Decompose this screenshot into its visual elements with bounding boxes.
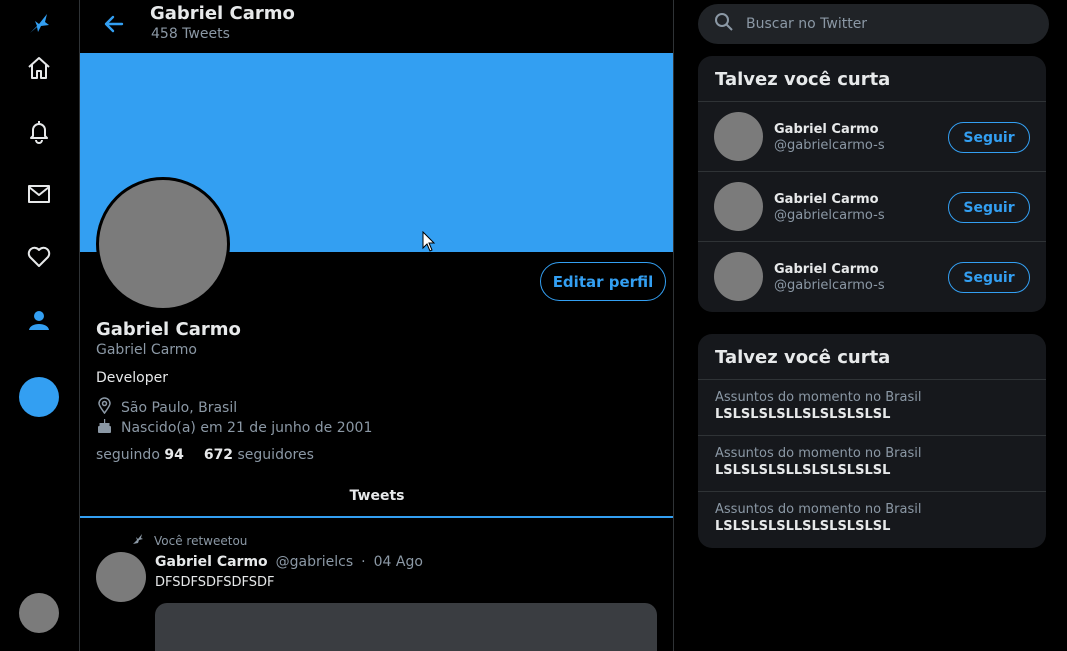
- trend-item[interactable]: Assuntos do momento no Brasil LSLSLSLSLL…: [698, 436, 1046, 492]
- tab-tweets[interactable]: Tweets: [80, 476, 673, 518]
- profile-handle: Gabriel Carmo: [96, 342, 197, 358]
- profile-name: Gabriel Carmo: [96, 319, 241, 340]
- following-count: 94: [164, 447, 184, 463]
- logo-bird-icon[interactable]: [19, 4, 59, 44]
- profile-location: São Paulo, Brasil: [96, 397, 237, 418]
- back-arrow-icon[interactable]: [98, 8, 130, 40]
- trends-panel: Talvez você curta Assuntos do momento no…: [698, 334, 1046, 548]
- suggestion-avatar[interactable]: [714, 112, 763, 161]
- tweet-compose-button[interactable]: [19, 377, 59, 417]
- retweet-label: Você retweetou: [154, 533, 248, 548]
- header-tweet-count: 458 Tweets: [151, 26, 230, 42]
- tweet-separator: ·: [361, 554, 366, 570]
- mail-icon[interactable]: [19, 174, 59, 214]
- follow-button[interactable]: Seguir: [948, 122, 1030, 153]
- profile-header: Gabriel Carmo 458 Tweets: [80, 0, 673, 53]
- trend-item[interactable]: Assuntos do momento no Brasil LSLSLSLSLL…: [698, 380, 1046, 436]
- following-label: seguindo: [96, 447, 160, 463]
- user-icon[interactable]: [19, 300, 59, 340]
- profile-avatar[interactable]: [96, 177, 230, 311]
- profile-birthdate: Nascido(a) em 21 de junho de 2001: [96, 417, 372, 438]
- search-input[interactable]: [746, 16, 1026, 32]
- account-avatar[interactable]: [19, 593, 59, 633]
- search-icon: [714, 12, 734, 36]
- tweet-text: DFSDFSDFSDFSDF: [155, 575, 275, 590]
- location-text: São Paulo, Brasil: [121, 399, 238, 416]
- trend-context: Assuntos do momento no Brasil: [715, 446, 922, 461]
- tweet-header: Gabriel Carmo @gabrielcs · 04 Ago: [155, 554, 423, 570]
- trend-name: LSLSLSLSLLSLSLSLSLSL: [715, 519, 891, 534]
- location-pin-icon: [96, 397, 113, 418]
- suggestions-title: Talvez você curta: [698, 56, 1046, 102]
- left-nav: [0, 0, 80, 651]
- header-profile-name: Gabriel Carmo: [150, 3, 295, 24]
- mouse-cursor-icon: [422, 231, 436, 252]
- tweet-date: 04 Ago: [373, 554, 423, 570]
- tweet-media[interactable]: [155, 603, 657, 651]
- profile-column: Gabriel Carmo 458 Tweets Editar perfil G…: [80, 0, 674, 651]
- suggestion-avatar[interactable]: [714, 182, 763, 231]
- bell-icon[interactable]: [19, 111, 59, 151]
- trend-context: Assuntos do momento no Brasil: [715, 502, 922, 517]
- tweet-author-name[interactable]: Gabriel Carmo: [155, 554, 268, 570]
- suggestion-avatar[interactable]: [714, 252, 763, 301]
- tweet-item[interactable]: Você retweetou Gabriel Carmo @gabrielcs …: [80, 520, 673, 651]
- following-stat[interactable]: seguindo 94: [96, 447, 184, 463]
- tweet-author-avatar[interactable]: [96, 552, 146, 602]
- trend-name: LSLSLSLSLLSLSLSLSLSL: [715, 407, 891, 422]
- trend-context: Assuntos do momento no Brasil: [715, 390, 922, 405]
- home-icon[interactable]: [19, 48, 59, 88]
- birthday-cake-icon: [96, 417, 113, 438]
- suggestion-item[interactable]: Gabriel Carmo @gabrielcarmo-s Seguir: [698, 242, 1046, 312]
- edit-profile-button[interactable]: Editar perfil: [540, 262, 666, 301]
- followers-label: seguidores: [237, 447, 314, 463]
- birthdate-text: Nascido(a) em 21 de junho de 2001: [121, 419, 373, 436]
- followers-stat[interactable]: 672 seguidores: [204, 447, 314, 463]
- retweet-icon: [132, 533, 144, 548]
- followers-count: 672: [203, 447, 234, 463]
- suggestion-name: Gabriel Carmo: [774, 262, 879, 277]
- suggestion-handle: @gabrielcarmo-s: [774, 138, 885, 153]
- suggestion-handle: @gabrielcarmo-s: [774, 278, 885, 293]
- retweet-indicator: Você retweetou: [132, 533, 247, 548]
- follow-button[interactable]: Seguir: [948, 192, 1030, 223]
- search-box[interactable]: [698, 4, 1049, 44]
- suggestions-panel: Talvez você curta Gabriel Carmo @gabriel…: [698, 56, 1046, 312]
- trend-item[interactable]: Assuntos do momento no Brasil LSLSLSLSLL…: [698, 492, 1046, 548]
- suggestion-handle: @gabrielcarmo-s: [774, 208, 885, 223]
- heart-icon[interactable]: [19, 237, 59, 277]
- tweet-author-handle: @gabrielcs: [275, 554, 354, 570]
- suggestion-name: Gabriel Carmo: [774, 122, 879, 137]
- follow-stats: seguindo 94 672 seguidores: [96, 447, 314, 463]
- suggestion-item[interactable]: Gabriel Carmo @gabrielcarmo-s Seguir: [698, 172, 1046, 242]
- trend-name: LSLSLSLSLLSLSLSLSLSL: [715, 463, 891, 478]
- trends-title: Talvez você curta: [698, 334, 1046, 380]
- profile-bio: Developer: [96, 370, 169, 386]
- suggestion-item[interactable]: Gabriel Carmo @gabrielcarmo-s Seguir: [698, 102, 1046, 172]
- follow-button[interactable]: Seguir: [948, 262, 1030, 293]
- suggestion-name: Gabriel Carmo: [774, 192, 879, 207]
